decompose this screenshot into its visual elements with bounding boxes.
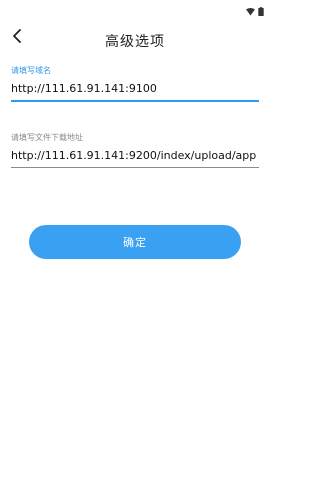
download-field-label: 请填写文件下载地址	[11, 133, 83, 142]
app-bar: 高级选项	[0, 12, 270, 60]
confirm-button[interactable]: 确定	[29, 225, 241, 259]
screen: 高级选项 请填写域名 http://111.61.91.141:9100 请填写…	[0, 0, 270, 480]
status-bar	[0, 0, 270, 17]
page-title: 高级选项	[105, 34, 165, 50]
download-field-underline	[11, 167, 259, 168]
domain-input[interactable]: http://111.61.91.141:9100	[11, 81, 259, 97]
download-url-input[interactable]: http://111.61.91.141:9200/index/upload/a…	[11, 148, 259, 164]
domain-field[interactable]: 请填写域名 http://111.61.91.141:9100	[11, 66, 259, 102]
domain-field-label: 请填写域名	[11, 66, 51, 75]
domain-field-underline	[11, 100, 259, 102]
download-field[interactable]: 请填写文件下载地址 http://111.61.91.141:9200/inde…	[11, 133, 259, 168]
